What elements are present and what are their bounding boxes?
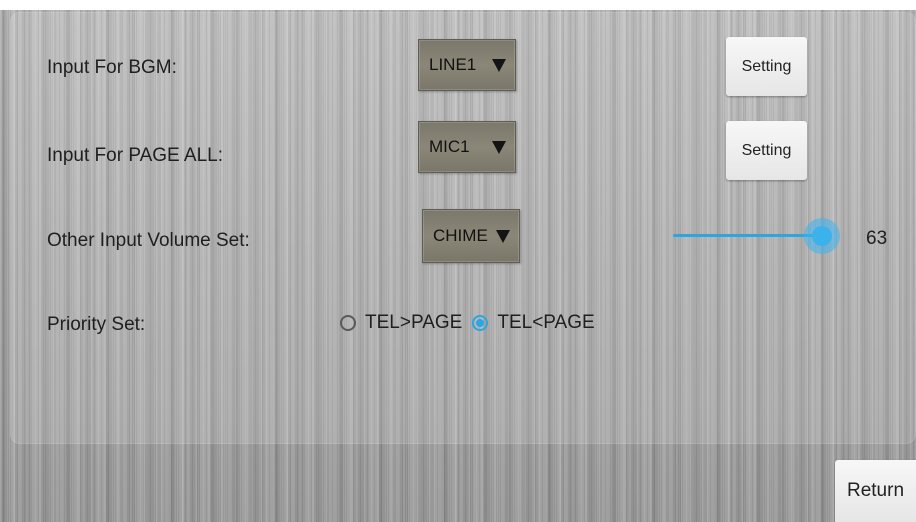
priority-option-tel-gt-page[interactable]: TEL>PAGE — [340, 312, 472, 334]
page-all-setting-button[interactable]: Setting — [726, 121, 807, 180]
other-input-volume-label: Other Input Volume Set: — [47, 230, 250, 251]
priority-option-tel-lt-page[interactable]: TEL<PAGE — [472, 312, 604, 334]
chevron-down-icon — [492, 59, 506, 72]
priority-set-label: Priority Set: — [47, 314, 146, 335]
bgm-input-selected: LINE1 — [429, 55, 477, 74]
volume-slider-track[interactable] — [673, 234, 823, 237]
page-all-input-label: Input For PAGE ALL: — [47, 145, 224, 166]
volume-slider-thumb[interactable] — [812, 226, 832, 246]
chevron-down-icon — [496, 230, 510, 243]
bgm-input-label: Input For BGM: — [47, 57, 177, 78]
priority-option-label: TEL>PAGE — [365, 312, 463, 333]
bgm-input-dropdown[interactable]: LINE1 — [418, 39, 516, 91]
other-input-dropdown[interactable]: CHIME — [422, 209, 520, 263]
return-button[interactable]: Return — [835, 460, 916, 522]
other-input-selected: CHIME — [433, 226, 488, 245]
settings-screen: Input For BGM: LINE1 Setting Input For P… — [0, 0, 916, 522]
radio-unchecked-icon — [340, 315, 356, 331]
page-all-input-dropdown[interactable]: MIC1 — [418, 121, 516, 173]
priority-radio-group: TEL>PAGE TEL<PAGE — [340, 309, 605, 337]
chevron-down-icon — [492, 141, 506, 154]
bgm-setting-button[interactable]: Setting — [726, 37, 807, 96]
radio-checked-icon — [472, 315, 489, 331]
priority-option-label: TEL<PAGE — [497, 312, 595, 333]
volume-value: 63 — [866, 228, 888, 249]
top-bar — [0, 0, 916, 10]
page-all-input-selected: MIC1 — [429, 137, 470, 156]
